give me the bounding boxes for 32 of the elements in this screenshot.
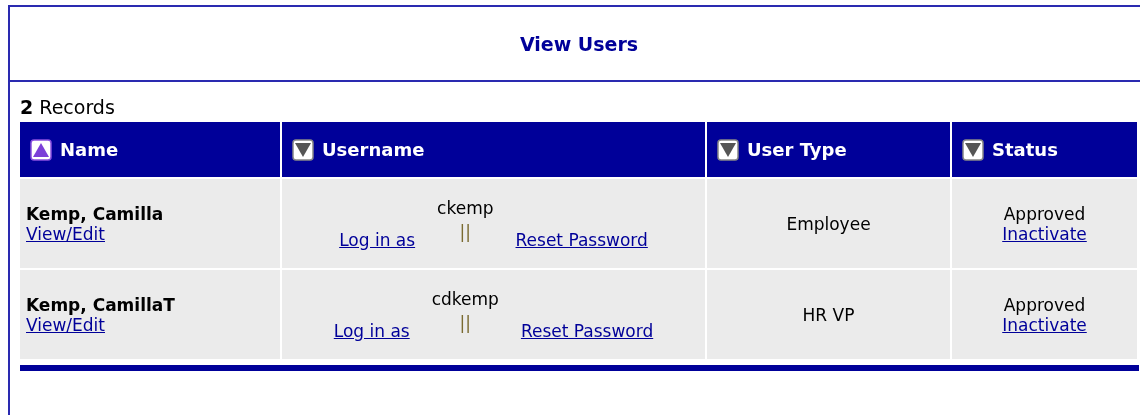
column-label: Status xyxy=(992,139,1058,160)
column-header[interactable]: Username xyxy=(282,122,707,179)
column-label: User Type xyxy=(747,139,847,160)
sort-up-icon[interactable] xyxy=(30,138,52,161)
user-type: Employee xyxy=(786,213,871,234)
sort-down-icon[interactable] xyxy=(292,138,314,161)
log-in-as-link[interactable]: Log in as xyxy=(333,320,410,341)
reset-password-link[interactable]: Reset Password xyxy=(515,229,648,250)
username: cdkemp xyxy=(431,288,499,309)
column-label: Name xyxy=(60,139,119,160)
link-separator: || xyxy=(459,221,472,242)
column-header[interactable]: User Type xyxy=(707,122,952,179)
column-label: Username xyxy=(322,139,425,160)
record-count: 2 Records xyxy=(20,96,116,118)
link-separator: || xyxy=(459,312,472,333)
inactivate-link[interactable]: Inactivate xyxy=(1002,314,1087,335)
user-type: HR VP xyxy=(802,304,855,325)
column-header[interactable]: Name xyxy=(20,122,282,179)
page-title: View Users xyxy=(519,32,639,55)
status-text: Approved xyxy=(1003,294,1086,315)
view-edit-link[interactable]: View/Edit xyxy=(26,223,105,244)
user-name: Kemp, Camilla xyxy=(26,203,164,224)
view-edit-link[interactable]: View/Edit xyxy=(26,314,105,335)
sort-down-icon[interactable] xyxy=(717,138,739,161)
inactivate-link[interactable]: Inactivate xyxy=(1002,223,1087,244)
sort-down-icon[interactable] xyxy=(962,138,984,161)
column-header[interactable]: Status xyxy=(952,122,1139,179)
username: ckemp xyxy=(437,197,494,218)
reset-password-link[interactable]: Reset Password xyxy=(520,320,654,341)
log-in-as-link[interactable]: Log in as xyxy=(339,229,416,250)
status-text: Approved xyxy=(1003,203,1086,224)
user-name: Kemp, CamillaT xyxy=(26,294,175,315)
